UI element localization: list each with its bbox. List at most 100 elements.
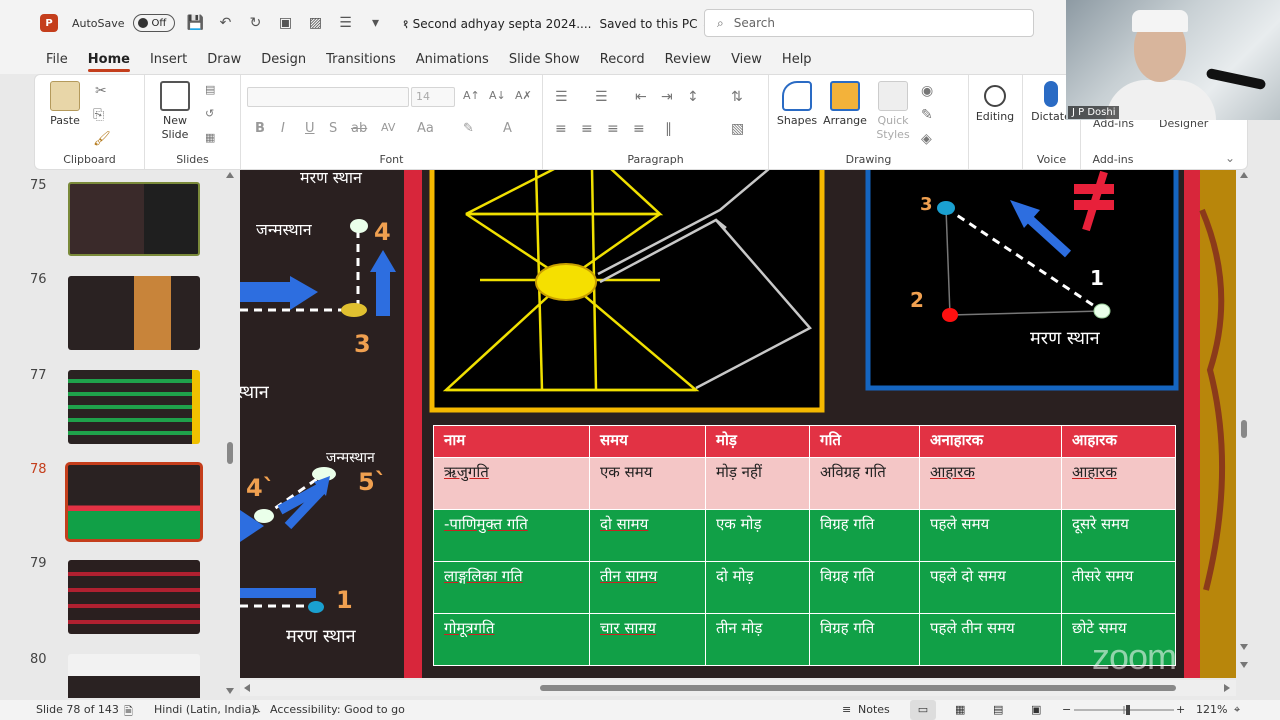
save-icon[interactable]: 💾 bbox=[187, 14, 205, 32]
layout-icon[interactable]: ▤ bbox=[205, 83, 215, 96]
tab-view[interactable]: View bbox=[721, 46, 772, 74]
accessibility-status[interactable]: Accessibility: Good to go bbox=[270, 703, 405, 716]
shapes-button[interactable]: Shapes bbox=[773, 81, 821, 127]
participant-name: J P Doshi bbox=[1068, 106, 1120, 119]
zoom-level[interactable]: 121% bbox=[1196, 703, 1227, 716]
section-icon[interactable]: ▦ bbox=[205, 131, 215, 144]
slide-sorter-icon[interactable]: ▦ bbox=[955, 703, 965, 716]
accessibility-icon[interactable]: ♿ bbox=[252, 703, 262, 716]
picture-icon[interactable]: ▨ bbox=[307, 14, 325, 32]
tab-design[interactable]: Design bbox=[251, 46, 316, 74]
align-icon[interactable]: ☰ bbox=[337, 14, 355, 32]
thumbnail-scrollbar[interactable] bbox=[224, 170, 236, 698]
outdent-icon[interactable]: ⇥ bbox=[661, 89, 673, 105]
indent-icon[interactable]: ⇤ bbox=[635, 89, 647, 105]
shadow-button[interactable]: S bbox=[329, 121, 337, 136]
tab-file[interactable]: File bbox=[36, 46, 78, 74]
numbering-icon[interactable]: ☰ bbox=[595, 89, 608, 105]
align-center-icon[interactable]: ≡ bbox=[581, 121, 593, 137]
number-r3: 3 bbox=[920, 194, 933, 215]
tab-draw[interactable]: Draw bbox=[197, 46, 251, 74]
bold-button[interactable]: B bbox=[255, 121, 265, 136]
strikethrough-button[interactable]: ab bbox=[351, 121, 367, 136]
spelling-icon[interactable]: 🗎 bbox=[124, 703, 133, 720]
slide-vertical-scrollbar[interactable] bbox=[1238, 170, 1250, 678]
tab-review[interactable]: Review bbox=[655, 46, 721, 74]
thumb-number-77: 77 bbox=[30, 368, 47, 383]
italic-button[interactable]: I bbox=[281, 121, 285, 136]
slide-thumbnail-76[interactable] bbox=[68, 276, 200, 350]
change-case-button[interactable]: Aa bbox=[417, 121, 434, 136]
notes-icon[interactable]: ≡ bbox=[842, 703, 851, 716]
new-slide-button[interactable]: New Slide bbox=[151, 81, 199, 142]
slide-counter[interactable]: Slide 78 of 143 bbox=[36, 703, 119, 716]
line-spacing-icon[interactable]: ↕ bbox=[687, 89, 699, 105]
slide-thumbnail-78[interactable] bbox=[65, 462, 203, 542]
slideshow-icon[interactable]: ▣ bbox=[1031, 703, 1041, 716]
tab-record[interactable]: Record bbox=[590, 46, 655, 74]
decrease-font-icon[interactable]: A↓ bbox=[489, 89, 506, 102]
col-header: नाम bbox=[433, 425, 590, 458]
shape-effects-icon[interactable]: ◈ bbox=[921, 131, 932, 147]
document-name: १ Second adhyay septa 2024.... bbox=[402, 16, 592, 31]
slide-thumbnail-80[interactable] bbox=[68, 654, 200, 698]
language-indicator[interactable]: Hindi (Latin, India) bbox=[154, 703, 256, 716]
zoom-slider[interactable] bbox=[1074, 704, 1174, 716]
microphone-icon bbox=[1044, 81, 1058, 107]
highlight-icon[interactable]: ✎ bbox=[463, 121, 474, 136]
autosave-toggle[interactable]: Off bbox=[132, 14, 175, 32]
notes-button[interactable]: Notes bbox=[858, 703, 890, 716]
undo-icon[interactable]: ↶ bbox=[217, 14, 235, 32]
format-painter-icon[interactable]: 🖌 bbox=[93, 131, 111, 147]
font-size-box[interactable]: 14 bbox=[411, 87, 455, 107]
columns-icon[interactable]: ∥ bbox=[665, 121, 672, 137]
align-right-icon[interactable]: ≡ bbox=[607, 121, 619, 137]
reset-icon[interactable]: ↺ bbox=[205, 107, 214, 120]
normal-view-icon[interactable]: ▭ bbox=[910, 700, 936, 720]
editing-button[interactable]: Editing bbox=[971, 81, 1019, 123]
present-icon[interactable]: ▣ bbox=[277, 14, 295, 32]
tab-insert[interactable]: Insert bbox=[140, 46, 197, 74]
document-title[interactable]: १ Second adhyay septa 2024.... Saved to t… bbox=[403, 15, 712, 32]
tab-help[interactable]: Help bbox=[772, 46, 822, 74]
text-direction-icon[interactable]: ⇅ bbox=[731, 89, 743, 105]
number-5-prime: 5` bbox=[358, 468, 387, 496]
underline-button[interactable]: U bbox=[305, 121, 315, 136]
justify-icon[interactable]: ≡ bbox=[633, 121, 645, 137]
font-name-box[interactable] bbox=[247, 87, 409, 107]
copy-icon[interactable]: ⎘ bbox=[93, 107, 104, 123]
fit-slide-icon[interactable]: ⌖ bbox=[1234, 703, 1240, 717]
table-cell[interactable]: पहले समय bbox=[919, 509, 1062, 562]
slide-thumbnail-75[interactable] bbox=[68, 182, 200, 256]
tab-home[interactable]: Home bbox=[78, 46, 140, 74]
font-color-icon[interactable]: A bbox=[503, 121, 512, 136]
table-cell: लाङ्गलिका गति bbox=[433, 561, 590, 614]
reading-view-icon[interactable]: ▤ bbox=[993, 703, 1003, 716]
tab-animations[interactable]: Animations bbox=[406, 46, 499, 74]
arrange-button[interactable]: Arrange bbox=[821, 81, 869, 127]
slide-horizontal-scrollbar[interactable] bbox=[240, 680, 1236, 696]
tab-slide-show[interactable]: Slide Show bbox=[499, 46, 590, 74]
slide-thumbnail-79[interactable] bbox=[68, 560, 200, 634]
shape-outline-icon[interactable]: ✎ bbox=[921, 107, 933, 123]
collapse-ribbon-icon[interactable]: ⌄ bbox=[1225, 151, 1235, 165]
customize-qat-icon[interactable]: ▾ bbox=[367, 14, 385, 32]
shape-fill-icon[interactable]: ◉ bbox=[921, 83, 933, 99]
spacing-button[interactable]: AV bbox=[381, 121, 395, 134]
tab-transitions[interactable]: Transitions bbox=[316, 46, 406, 74]
zoom-out-button[interactable]: − bbox=[1062, 703, 1071, 716]
table-cell: पहले तीन समय bbox=[919, 613, 1062, 666]
increase-font-icon[interactable]: A↑ bbox=[463, 89, 480, 102]
clear-formatting-icon[interactable]: A✗ bbox=[515, 89, 532, 102]
slide-canvas[interactable]: मरण स्थान जन्मस्थान स्थान जन्मस्थान मरण … bbox=[240, 170, 1236, 678]
quick-styles-button[interactable]: Quick Styles bbox=[869, 81, 917, 142]
cut-icon[interactable]: ✂ bbox=[95, 83, 107, 99]
align-left-icon[interactable]: ≡ bbox=[555, 121, 567, 137]
search-box[interactable]: ⌕ Search bbox=[704, 9, 1034, 37]
paste-button[interactable]: Paste bbox=[41, 81, 89, 127]
slide-thumbnail-77[interactable] bbox=[68, 370, 200, 444]
zoom-in-button[interactable]: + bbox=[1176, 703, 1185, 716]
smartart-icon[interactable]: ▧ bbox=[731, 121, 744, 137]
redo-icon[interactable]: ↻ bbox=[247, 14, 265, 32]
bullets-icon[interactable]: ☰ bbox=[555, 89, 568, 105]
